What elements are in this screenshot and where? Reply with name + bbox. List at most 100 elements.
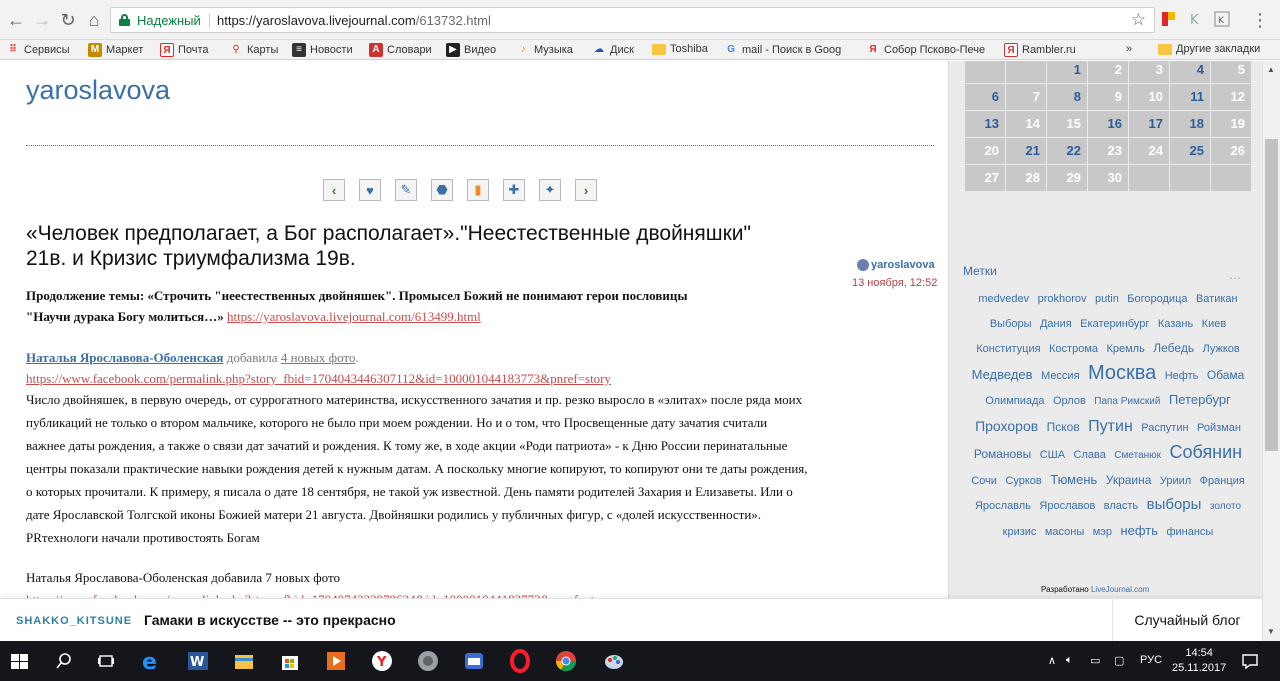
- tag-link[interactable]: Медведев: [972, 367, 1033, 382]
- tag-link[interactable]: Ватикан: [1196, 293, 1238, 305]
- file-explorer-icon[interactable]: [232, 649, 256, 673]
- bookmark-toshiba[interactable]: Toshiba: [652, 43, 708, 55]
- bookmark-music[interactable]: ♪ Музыка: [516, 43, 573, 57]
- bookmark-mail[interactable]: Я Почта: [160, 43, 209, 57]
- tag-icon[interactable]: ⬣: [431, 179, 453, 201]
- calendar-day[interactable]: 13: [965, 111, 1005, 137]
- tag-link[interactable]: prokhorov: [1038, 293, 1087, 305]
- fb-photos-link[interactable]: 4 новых фото: [281, 350, 356, 365]
- menu-kebab-icon[interactable]: ⋮: [1250, 9, 1270, 31]
- notifications-icon[interactable]: [1238, 649, 1262, 673]
- fb-permalink[interactable]: https://www.facebook.com/permalink.php?s…: [26, 371, 611, 386]
- bookmark-market[interactable]: М Маркет: [88, 43, 143, 57]
- bookmark-video[interactable]: ▶ Видео: [446, 43, 496, 57]
- extension-k-icon[interactable]: K: [1187, 10, 1205, 28]
- tag-link[interactable]: Сметанюк: [1114, 450, 1161, 461]
- prev-entry-icon[interactable]: ‹: [323, 179, 345, 201]
- tag-link[interactable]: мэр: [1093, 526, 1112, 538]
- tag-link[interactable]: Папа Римский: [1094, 396, 1160, 407]
- page-scrollbar[interactable]: ▲ ▼: [1262, 61, 1280, 641]
- bookmark-dictionaries[interactable]: A Словари: [369, 43, 432, 57]
- tag-link[interactable]: medvedev: [978, 293, 1029, 305]
- lj-bar-title[interactable]: Гамаки в искусстве -- это прекрасно: [144, 612, 396, 628]
- tag-link[interactable]: Богородица: [1127, 293, 1187, 305]
- tag-link[interactable]: Лебедь: [1153, 341, 1194, 355]
- bookmark-star-icon[interactable]: ☆: [1131, 10, 1146, 30]
- tag-link[interactable]: Сочи: [971, 475, 997, 487]
- edit-pencil-icon[interactable]: ✎: [395, 179, 417, 201]
- random-blog-button[interactable]: Случайный блог: [1112, 599, 1262, 642]
- tag-link[interactable]: США: [1040, 449, 1065, 461]
- tag-link[interactable]: Прохоров: [975, 418, 1038, 434]
- tag-link[interactable]: Киев: [1202, 318, 1227, 330]
- tag-link[interactable]: Ярославов: [1039, 500, 1095, 512]
- lj-credit-link[interactable]: LiveJournal.com: [1091, 585, 1149, 594]
- calendar-day[interactable]: 17: [1129, 111, 1169, 137]
- heart-icon[interactable]: ♥: [359, 179, 381, 201]
- show-hidden-icons[interactable]: ∧: [1048, 654, 1056, 667]
- tag-link[interactable]: Выборы: [990, 318, 1032, 330]
- calendar-day[interactable]: 1: [1047, 61, 1087, 83]
- tag-link[interactable]: Орлов: [1053, 395, 1086, 407]
- tag-link[interactable]: Екатеринбург: [1080, 318, 1149, 330]
- share-icon[interactable]: ✦: [539, 179, 561, 201]
- next-entry-icon[interactable]: ›: [575, 179, 597, 201]
- opera-icon[interactable]: [508, 649, 532, 673]
- bookmark-services[interactable]: ⠿ Сервисы: [6, 43, 69, 57]
- bookmark-disk[interactable]: ☁ Диск: [592, 43, 634, 57]
- home-icon[interactable]: ⌂: [84, 9, 104, 31]
- windows-start-icon[interactable]: [8, 649, 32, 673]
- tag-link[interactable]: Слава: [1074, 449, 1106, 461]
- tags-more[interactable]: …: [1229, 268, 1241, 282]
- tag-link[interactable]: выборы: [1147, 496, 1202, 513]
- tag-link[interactable]: Псков: [1047, 420, 1080, 434]
- back-icon[interactable]: ←: [6, 9, 26, 31]
- url-text[interactable]: https://yaroslavova.livejournal.com/6137…: [217, 13, 491, 28]
- extension-box-icon[interactable]: K: [1213, 10, 1231, 28]
- tag-link[interactable]: Кострома: [1049, 343, 1098, 355]
- tag-link[interactable]: Украина: [1106, 473, 1152, 487]
- scroll-thumb[interactable]: [1265, 139, 1278, 451]
- clock[interactable]: 14:54 25.11.2017: [1172, 646, 1226, 676]
- tag-link[interactable]: Распутин: [1141, 422, 1188, 434]
- calendar-day[interactable]: 8: [1047, 84, 1087, 110]
- tag-link[interactable]: масоны: [1045, 526, 1084, 538]
- tag-link[interactable]: Дания: [1040, 318, 1072, 330]
- tag-link[interactable]: putin: [1095, 293, 1119, 305]
- add-icon[interactable]: ✚: [503, 179, 525, 201]
- tag-link[interactable]: Ярославль: [975, 500, 1031, 512]
- tag-link[interactable]: Петербург: [1169, 392, 1231, 407]
- tag-link[interactable]: Сурков: [1005, 475, 1041, 487]
- volume-icon[interactable]: 🔈︎: [1066, 654, 1073, 667]
- media-player-icon[interactable]: [324, 649, 348, 673]
- calendar-day[interactable]: 11: [1170, 84, 1210, 110]
- tag-link[interactable]: Путин: [1088, 418, 1133, 435]
- fb-author-link[interactable]: Наталья Ярославова-Оболенская: [26, 350, 223, 365]
- tag-link[interactable]: Собянин: [1170, 442, 1243, 462]
- lead-link[interactable]: https://yaroslavova.livejournal.com/6134…: [227, 309, 481, 324]
- network-icon[interactable]: ▢: [1114, 654, 1124, 667]
- tag-link[interactable]: Обама: [1207, 368, 1245, 382]
- bookmark-rambler[interactable]: Я Rambler.ru: [1004, 43, 1076, 57]
- bookmark-maps[interactable]: ⚲ Карты: [229, 43, 278, 57]
- bookmark-news[interactable]: ≡ Новости: [292, 43, 353, 57]
- tag-link[interactable]: Франция: [1200, 475, 1245, 487]
- calendar-day[interactable]: 21: [1006, 138, 1046, 164]
- calendar-day[interactable]: 22: [1047, 138, 1087, 164]
- calendar-day[interactable]: 4: [1170, 61, 1210, 83]
- edge-icon[interactable]: e: [140, 649, 164, 675]
- tag-link[interactable]: Конституция: [976, 343, 1040, 355]
- tag-link[interactable]: золото: [1210, 501, 1241, 512]
- tag-link[interactable]: Олимпиада: [985, 395, 1044, 407]
- extension-flag-icon[interactable]: [1160, 10, 1178, 28]
- calendar-day[interactable]: 25: [1170, 138, 1210, 164]
- tag-link[interactable]: власть: [1104, 500, 1138, 512]
- bookmark-google-search[interactable]: Gmail - Поиск в Goog: [724, 43, 841, 57]
- tag-link[interactable]: Нефть: [1165, 370, 1199, 382]
- tag-link[interactable]: финансы: [1166, 526, 1213, 538]
- mail-app-icon[interactable]: [462, 649, 486, 673]
- tag-link[interactable]: Кремль: [1106, 343, 1144, 355]
- tag-link[interactable]: Лужков: [1203, 343, 1240, 355]
- tag-link[interactable]: Уриил: [1160, 475, 1191, 487]
- other-bookmarks[interactable]: Другие закладки: [1158, 43, 1260, 55]
